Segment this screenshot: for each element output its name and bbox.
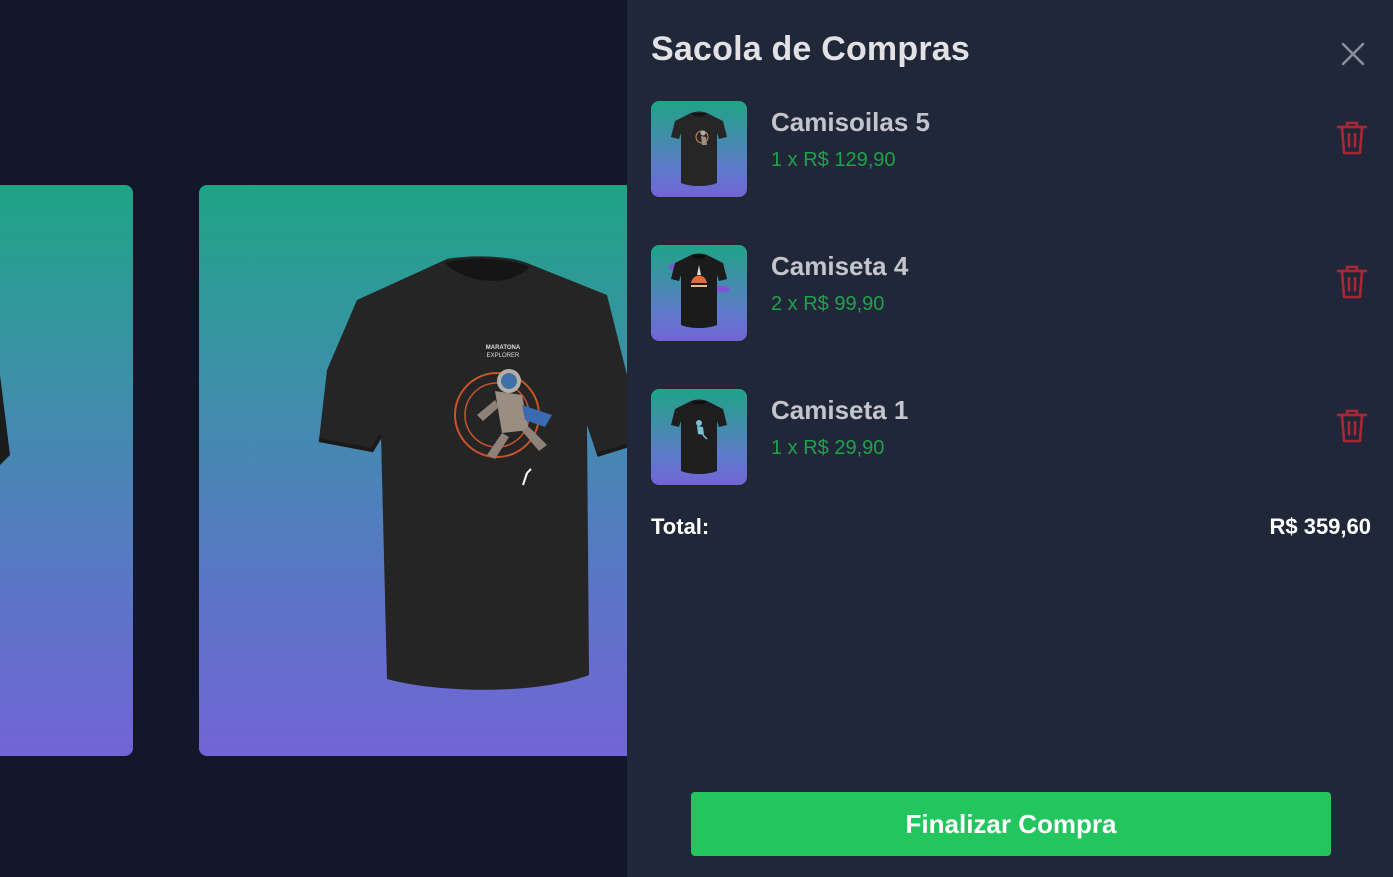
- tshirt-image: [671, 111, 727, 186]
- trash-icon: [1336, 121, 1368, 155]
- cart-item-price: 1 x R$ 129,90: [771, 149, 896, 171]
- tshirt-image: [671, 399, 727, 474]
- cart-item-thumbnail: [651, 389, 747, 485]
- cart-item-price: 1 x R$ 29,90: [771, 437, 885, 459]
- shopping-cart-drawer: Sacola de Compras Camisoilas 5 1 x R$ 12…: [627, 0, 1393, 877]
- tshirt-image: [669, 253, 729, 328]
- tshirt-image: MARATONA EXPLORER: [318, 256, 627, 690]
- product-card[interactable]: MARATONA EXPLORER: [199, 185, 627, 756]
- cart-item: Camiseta 1 1 x R$ 29,90: [651, 389, 1371, 485]
- cart-item-name: Camiseta 4: [771, 251, 909, 281]
- total-value: R$ 359,60: [1269, 514, 1371, 539]
- print-text-line: EXPLORER: [487, 353, 520, 359]
- cart-item-name: Camiseta 1: [771, 395, 909, 425]
- cart-item: Camisoilas 5 1 x R$ 129,90: [651, 101, 1371, 197]
- cart-title: Sacola de Compras: [651, 30, 970, 68]
- cart-total-row: Total: R$ 359,60: [651, 514, 1371, 544]
- remove-item-button[interactable]: [1335, 119, 1369, 157]
- cart-item-price: 2 x R$ 99,90: [771, 293, 885, 315]
- cart-item-thumbnail: [651, 101, 747, 197]
- product-gallery: MARATONA EXPLORER: [0, 0, 627, 877]
- tshirt-image: [0, 375, 10, 465]
- total-label: Total:: [651, 514, 710, 539]
- trash-icon: [1336, 409, 1368, 443]
- close-cart-button[interactable]: [1337, 38, 1369, 70]
- close-icon: [1341, 42, 1365, 66]
- product-card[interactable]: [0, 185, 133, 756]
- print-text-line: MARATONA: [486, 345, 521, 351]
- remove-item-button[interactable]: [1335, 407, 1369, 445]
- cart-item-list: Camisoilas 5 1 x R$ 129,90 Camiseta 4 2 …: [651, 101, 1371, 533]
- cart-item-thumbnail: [651, 245, 747, 341]
- checkout-button[interactable]: Finalizar Compra: [691, 792, 1331, 856]
- trash-icon: [1336, 265, 1368, 299]
- cart-item: Camiseta 4 2 x R$ 99,90: [651, 245, 1371, 341]
- remove-item-button[interactable]: [1335, 263, 1369, 301]
- cart-item-name: Camisoilas 5: [771, 107, 930, 137]
